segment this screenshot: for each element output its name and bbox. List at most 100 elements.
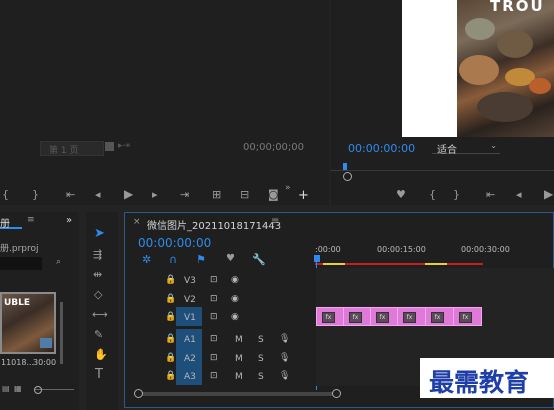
video-clip[interactable]: fx	[316, 307, 344, 326]
track-label-a1[interactable]: A1	[184, 335, 196, 345]
snap-icon[interactable]: ✲	[142, 254, 151, 265]
microphone-icon[interactable]: 🎙	[279, 334, 290, 344]
v1-clip-strip: fx fx fx fx fx fx	[316, 307, 482, 326]
program-playhead-marker[interactable]	[343, 163, 347, 170]
tab-overflow-icon[interactable]: »	[66, 216, 72, 226]
video-clip[interactable]: fx	[397, 307, 426, 326]
scrollbar-right-handle[interactable]	[332, 389, 341, 398]
project-clip-thumbnail[interactable]: UBLE	[0, 292, 56, 354]
program-zoom-handle[interactable]	[343, 172, 352, 181]
sync-lock-icon[interactable]: ⊡	[210, 275, 218, 285]
track-label-v2[interactable]: V2	[184, 295, 196, 305]
program-ruler[interactable]	[331, 170, 554, 176]
source-page-field[interactable]: 第 1 页	[40, 141, 104, 156]
sync-lock-icon[interactable]: ⊡	[210, 294, 218, 304]
page-next-icon[interactable]: ▸⇥	[118, 142, 130, 151]
microphone-icon[interactable]: 🎙	[279, 371, 290, 381]
lock-icon[interactable]: 🔒	[165, 334, 176, 344]
eye-icon[interactable]: ◉	[231, 275, 239, 285]
project-tab-label: 册	[0, 219, 10, 230]
track-select-tool-icon[interactable]: ⇶	[93, 249, 102, 260]
overwrite-icon[interactable]: ⊟	[240, 189, 249, 200]
lock-icon[interactable]: 🔒	[165, 275, 176, 285]
thumbnail-text: UBLE	[4, 298, 31, 308]
video-clip[interactable]: fx	[425, 307, 454, 326]
track-label-v1[interactable]: V1	[184, 313, 196, 323]
insert-icon[interactable]: ⊞	[212, 189, 221, 200]
program-step-back-icon[interactable]: ◂	[516, 189, 522, 200]
solo-button[interactable]: S	[258, 354, 264, 364]
sync-lock-icon[interactable]: ⊡	[210, 334, 218, 344]
watermark-logo: 最需教育	[420, 358, 554, 398]
program-play-icon[interactable]: ▶	[544, 188, 553, 200]
mute-button[interactable]: M	[235, 354, 243, 364]
scrollbar-left-handle[interactable]	[134, 389, 143, 398]
play-icon[interactable]: ▶	[124, 188, 133, 200]
export-frame-icon[interactable]: ◙	[268, 189, 279, 200]
work-area-yellow-1	[323, 263, 345, 265]
playhead-head[interactable]	[314, 255, 320, 262]
track-label-a2[interactable]: A2	[184, 354, 196, 364]
lock-icon[interactable]: 🔒	[165, 353, 176, 363]
lock-icon[interactable]: 🔒	[165, 371, 176, 381]
program-timecode: 00:00:00:00	[348, 142, 416, 155]
timeline-scrollbar[interactable]	[137, 392, 337, 396]
solo-button[interactable]: S	[258, 372, 264, 382]
marker-icon[interactable]: ♥	[396, 189, 406, 200]
solo-button[interactable]: S	[258, 335, 264, 345]
mute-button[interactable]: M	[235, 335, 243, 345]
linked-selection-icon[interactable]: ∩	[169, 254, 177, 265]
mark-in-icon[interactable]: {	[2, 189, 9, 200]
more-controls-icon[interactable]: »	[285, 184, 291, 193]
source-ruler[interactable]	[0, 161, 329, 171]
video-clip[interactable]: fx	[453, 307, 482, 326]
video-clip[interactable]: fx	[343, 307, 371, 326]
eye-icon[interactable]: ◉	[231, 312, 239, 322]
type-tool-icon[interactable]: T	[95, 368, 103, 381]
microphone-icon[interactable]: 🎙	[279, 353, 290, 363]
sync-lock-icon[interactable]: ⊡	[210, 353, 218, 363]
program-mark-in-icon[interactable]: {	[429, 189, 436, 200]
project-search-input[interactable]	[0, 257, 42, 270]
sync-lock-icon[interactable]: ⊡	[210, 312, 218, 322]
mute-button[interactable]: M	[235, 372, 243, 382]
lock-icon[interactable]: 🔒	[165, 294, 176, 304]
program-go-to-in-icon[interactable]: ⇤	[486, 189, 495, 200]
add-marker-flag-icon[interactable]: ⚑	[196, 254, 206, 265]
project-tab[interactable]: 册	[0, 215, 22, 230]
video-clip[interactable]: fx	[370, 307, 398, 326]
zoom-slider-handle[interactable]	[34, 386, 42, 394]
eye-icon[interactable]: ◉	[231, 294, 239, 304]
step-forward-icon[interactable]: ▸	[152, 189, 158, 200]
track-label-v3[interactable]: V3	[184, 276, 196, 286]
razor-tool-icon[interactable]: ◇	[94, 289, 102, 300]
icon-view-icon[interactable]: ▦	[14, 385, 22, 393]
project-clip-name: 11018...	[1, 358, 35, 367]
page-stepper-icon[interactable]	[105, 142, 114, 151]
close-icon[interactable]: ×	[133, 218, 141, 227]
wrench-icon[interactable]: 🔧	[252, 254, 266, 265]
list-view-icon[interactable]: ▤	[2, 385, 10, 393]
project-scrollbar[interactable]	[60, 302, 63, 364]
lock-icon[interactable]: 🔒	[165, 312, 176, 322]
add-button-icon[interactable]: +	[298, 189, 309, 202]
tab-menu-icon[interactable]: ≡	[27, 216, 35, 225]
go-to-out-icon[interactable]: ⇥	[180, 189, 189, 200]
track-label-a3[interactable]: A3	[184, 372, 196, 382]
selection-tool-icon[interactable]: ➤	[94, 227, 105, 240]
sync-lock-icon[interactable]: ⊡	[210, 371, 218, 381]
ripple-edit-tool-icon[interactable]: ⇹	[93, 269, 102, 280]
search-filter-icon[interactable]: ⌕	[56, 258, 61, 267]
step-back-icon[interactable]: ◂	[95, 189, 101, 200]
timeline-ruler[interactable]: :00:00 00:00:15:00 00:00:30:00	[315, 243, 554, 265]
fit-dropdown[interactable]: 适合 ⌄	[432, 140, 500, 156]
sequence-menu-icon[interactable]: ≡	[271, 217, 279, 227]
add-marker-icon[interactable]: ♥	[226, 254, 235, 264]
fx-badge: fx	[403, 312, 416, 323]
program-mark-out-icon[interactable]: }	[453, 189, 460, 200]
mark-out-icon[interactable]: }	[32, 189, 39, 200]
pen-tool-icon[interactable]: ✎	[94, 329, 103, 340]
slip-tool-icon[interactable]: ⟷	[92, 309, 108, 320]
hand-tool-icon[interactable]: ✋	[94, 349, 108, 360]
go-to-in-icon[interactable]: ⇤	[66, 189, 75, 200]
